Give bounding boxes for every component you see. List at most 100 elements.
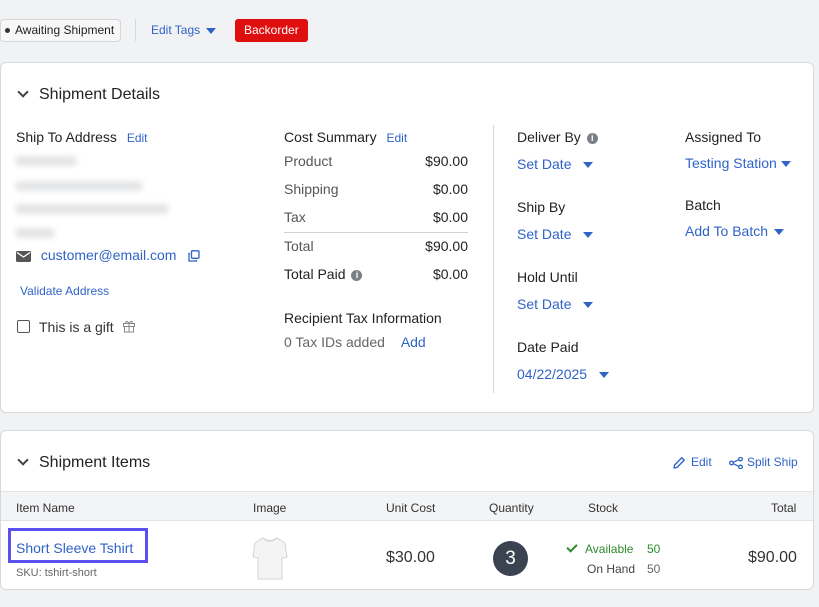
items-table-header: Item Name Image Unit Cost Quantity Stock… — [1, 491, 813, 521]
add-tax-id-link[interactable]: Add — [401, 334, 426, 350]
email-link[interactable]: customer@email.com — [41, 247, 177, 263]
divider — [135, 19, 136, 41]
cost-row-value: $0.00 — [432, 209, 468, 225]
validate-address-link[interactable]: Validate Address — [20, 284, 109, 298]
cost-row-label: Tax — [284, 209, 306, 225]
deliver-by-dropdown[interactable]: Set Date — [517, 156, 594, 172]
ship-to-edit-link[interactable]: Edit — [127, 131, 148, 145]
gift-checkbox[interactable] — [17, 320, 30, 333]
check-icon — [566, 541, 578, 553]
ship-by-dropdown[interactable]: Set Date — [517, 226, 594, 242]
deliver-by-value: Set Date — [517, 156, 572, 172]
top-bar: Awaiting Shipment Edit Tags Backorder — [0, 0, 819, 60]
cost-row-value: $0.00 — [432, 266, 468, 282]
quantity-badge: 3 — [493, 541, 528, 576]
shipment-details-card: Shipment Details Ship To Address Edit cu… — [0, 62, 814, 413]
batch-value: Add To Batch — [685, 223, 769, 239]
caret-down-icon — [583, 162, 594, 169]
date-paid-dropdown[interactable]: 04/22/2025 — [517, 366, 610, 382]
col-image: Image — [253, 501, 287, 515]
cost-row-label: Total Paid — [284, 266, 346, 282]
cost-row-value: $0.00 — [432, 181, 468, 197]
assigned-to-label: Assigned To — [685, 129, 762, 145]
available-label: Available — [585, 542, 634, 556]
assigned-to-value: Testing Station — [685, 155, 777, 171]
deliver-by-label: Deliver By — [517, 129, 581, 145]
ship-to-heading: Ship To Address Edit — [16, 129, 148, 145]
copy-icon[interactable] — [188, 250, 201, 262]
cost-row-total-paid: Total Paid i $0.00 — [284, 266, 468, 282]
tax-ids-count: 0 Tax IDs added — [284, 334, 385, 350]
cost-summary-label: Cost Summary — [284, 129, 377, 145]
deliver-by-heading: Deliver By i — [517, 129, 598, 145]
batch-label: Batch — [685, 197, 721, 213]
shipment-items-card: Shipment Items Edit Split Ship Item Name… — [0, 430, 814, 590]
ship-by-value: Set Date — [517, 226, 572, 242]
status-badge[interactable]: Awaiting Shipment — [0, 19, 122, 42]
status-label: Awaiting Shipment — [15, 23, 115, 37]
date-paid-value: 04/22/2025 — [517, 366, 588, 382]
onhand-count: 50 — [647, 562, 661, 576]
edit-items-button[interactable]: Edit — [672, 455, 712, 470]
redacted-country — [15, 228, 55, 238]
cost-row-label: Total — [284, 238, 314, 254]
cost-row-product: Product $90.00 — [284, 153, 468, 169]
backorder-tag: Backorder — [235, 19, 308, 42]
recipient-tax-label: Recipient Tax Information — [284, 310, 442, 326]
cost-row-label: Product — [284, 153, 333, 169]
batch-dropdown[interactable]: Add To Batch — [685, 223, 785, 239]
cost-row-value: $90.00 — [425, 238, 468, 254]
assigned-to-dropdown[interactable]: Testing Station — [685, 155, 791, 171]
redacted-name — [15, 156, 77, 166]
item-unit-cost: $30.00 — [386, 549, 435, 566]
tax-ids-row: 0 Tax IDs added Add — [284, 334, 426, 350]
section-title: Shipment Items — [39, 454, 151, 471]
item-name-link[interactable]: Short Sleeve Tshirt — [16, 540, 133, 556]
gift-label: This is a gift — [39, 319, 114, 335]
cost-row-total: Total $90.00 — [284, 238, 468, 254]
edit-tags-label: Edit Tags — [151, 23, 201, 37]
cost-row-label: Shipping — [284, 181, 339, 197]
product-thumbnail[interactable] — [251, 535, 289, 581]
col-unit-cost[interactable]: Unit Cost — [386, 501, 435, 515]
column-divider — [493, 125, 494, 393]
cost-row-shipping: Shipping $0.00 — [284, 181, 468, 197]
status-dot-icon — [5, 28, 10, 33]
col-quantity[interactable]: Quantity — [489, 501, 534, 515]
section-title: Shipment Details — [39, 86, 160, 103]
split-ship-button[interactable]: Split Ship — [729, 455, 798, 470]
date-paid-label: Date Paid — [517, 339, 579, 355]
info-icon[interactable]: i — [586, 132, 598, 144]
redacted-city-line — [15, 204, 169, 214]
hold-until-label: Hold Until — [517, 269, 578, 285]
edit-items-label: Edit — [691, 455, 712, 469]
caret-down-icon — [774, 229, 785, 236]
cost-row-tax: Tax $0.00 — [284, 209, 468, 225]
pencil-icon — [673, 456, 685, 469]
item-total: $90.00 — [748, 549, 797, 566]
onhand-label: On Hand — [587, 562, 636, 576]
shipment-details-header[interactable]: Shipment Details — [17, 86, 160, 104]
caret-down-icon — [583, 302, 594, 309]
col-item-name[interactable]: Item Name — [16, 501, 75, 515]
ship-to-label: Ship To Address — [16, 129, 117, 145]
cost-summary-heading: Cost Summary Edit — [284, 129, 407, 145]
chevron-down-icon — [17, 86, 29, 98]
info-icon[interactable]: i — [351, 269, 363, 281]
hold-until-value: Set Date — [517, 296, 572, 312]
caret-down-icon — [206, 27, 217, 34]
cost-divider — [284, 232, 468, 233]
col-total[interactable]: Total — [771, 501, 796, 515]
available-count: 50 — [647, 542, 661, 556]
hold-until-dropdown[interactable]: Set Date — [517, 296, 594, 312]
cost-row-value: $90.00 — [425, 153, 468, 169]
item-sku: SKU: tshirt-short — [16, 567, 97, 579]
chevron-down-icon — [17, 454, 29, 466]
caret-down-icon — [599, 372, 610, 379]
cost-summary-edit-link[interactable]: Edit — [386, 131, 407, 145]
shipment-items-header[interactable]: Shipment Items — [17, 454, 151, 472]
col-stock: Stock — [588, 501, 619, 515]
redacted-address-line — [15, 181, 143, 191]
edit-tags-button[interactable]: Edit Tags — [151, 23, 217, 37]
envelope-icon — [16, 250, 31, 262]
